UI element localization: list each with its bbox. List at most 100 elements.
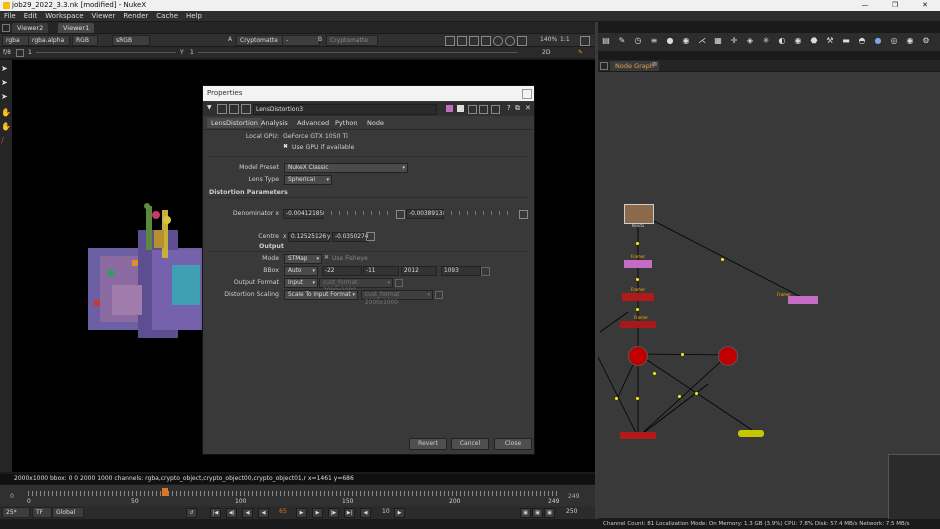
tab-advanced[interactable]: Advanced: [293, 118, 333, 128]
centre-y-field[interactable]: -0.0350274: [332, 232, 368, 242]
image-nodes-icon[interactable]: ▤: [601, 36, 611, 46]
proxy-icon[interactable]: [493, 36, 503, 46]
viewer-toggle-icon[interactable]: [229, 104, 239, 114]
node-writegeo[interactable]: [738, 430, 764, 437]
properties-titlebar[interactable]: Properties: [203, 86, 534, 101]
ratio-value[interactable]: 1:1: [560, 34, 570, 46]
edge-dot[interactable]: [636, 242, 639, 245]
merge-nodes-icon[interactable]: ▦: [713, 36, 723, 46]
cancel-button[interactable]: Cancel: [451, 438, 489, 450]
node-read[interactable]: [624, 204, 654, 224]
node-camera[interactable]: [718, 346, 738, 366]
denominator-y-slider[interactable]: [443, 211, 515, 215]
help-icon[interactable]: [241, 104, 251, 114]
colorspace-select[interactable]: RGB: [72, 35, 98, 46]
menu-viewer[interactable]: Viewer: [92, 12, 116, 20]
node-cameratracker[interactable]: [622, 293, 654, 301]
plugins-icon[interactable]: ◉: [905, 36, 915, 46]
overlay-icon[interactable]: [469, 36, 479, 46]
help-question-icon[interactable]: ?: [507, 104, 511, 112]
menu-workspace[interactable]: Workspace: [45, 12, 83, 20]
paint-icon[interactable]: ✎: [578, 47, 583, 58]
use-fisheye-checkbox[interactable]: ✖: [324, 254, 329, 261]
bbox-r-field[interactable]: 2012: [401, 266, 437, 276]
fullframe-icon[interactable]: [580, 36, 590, 46]
output-format-dropdown[interactable]: Input: [284, 278, 318, 288]
node-color2-icon[interactable]: [457, 105, 464, 112]
node-pointcloud[interactable]: [620, 321, 656, 328]
model-preset-dropdown[interactable]: NukeX Classic: [284, 163, 408, 173]
edge-dot[interactable]: [678, 395, 681, 398]
timeline-ruler[interactable]: [28, 491, 560, 496]
node-icon[interactable]: [217, 104, 227, 114]
edge-dot[interactable]: [721, 258, 724, 261]
pause-icon[interactable]: [517, 36, 527, 46]
step-forward-button[interactable]: ▶: [312, 508, 323, 518]
step-value[interactable]: 10: [382, 508, 390, 515]
fps-select[interactable]: 25*: [2, 507, 30, 518]
color-nodes-icon[interactable]: ●: [665, 36, 675, 46]
playhead-marker[interactable]: [162, 488, 168, 496]
prev-key-button[interactable]: ◀|: [226, 508, 237, 518]
gamma-slider[interactable]: [198, 52, 518, 53]
redo-icon[interactable]: [479, 105, 488, 114]
gain-toggle-icon[interactable]: [16, 49, 24, 57]
node-scene[interactable]: [628, 346, 648, 366]
output-format-edit-icon[interactable]: [395, 279, 403, 287]
node-name-field[interactable]: LensDistortion3: [253, 104, 437, 115]
select-faces-icon[interactable]: ➤: [1, 92, 11, 103]
eyedropper-icon[interactable]: /: [1, 136, 11, 147]
menu-render[interactable]: Render: [123, 12, 148, 20]
time-nodes-icon[interactable]: ◷: [633, 36, 643, 46]
next-key-button[interactable]: |▶: [328, 508, 339, 518]
tab-viewer1[interactable]: Viewer1: [58, 23, 95, 33]
tab-lensdistortion[interactable]: LensDistortion: [207, 118, 262, 128]
wipe-icon[interactable]: [457, 36, 467, 46]
bbox-t-field[interactable]: 1093: [441, 266, 481, 276]
node-lensdistortion1[interactable]: [624, 260, 652, 268]
timeformat-select[interactable]: TF: [32, 507, 52, 518]
composite-select[interactable]: -: [282, 35, 320, 46]
close-button[interactable]: Close: [494, 438, 532, 450]
view-mode[interactable]: 2D: [542, 47, 550, 58]
use-gpu-checkbox[interactable]: ✖: [283, 143, 288, 150]
pane-menu-icon[interactable]: [600, 62, 608, 70]
node-graph-minimap[interactable]: [888, 454, 940, 520]
first-frame-button[interactable]: |◀: [210, 508, 221, 518]
select-objects-icon[interactable]: ✋: [1, 108, 11, 119]
edge-dot[interactable]: [695, 392, 698, 395]
revert-icon[interactable]: [491, 105, 500, 114]
tab-viewer2[interactable]: Viewer2: [12, 23, 49, 33]
refresh-icon[interactable]: [505, 36, 515, 46]
output-format-custom-dropdown[interactable]: cust_format 2000x1000: [319, 278, 393, 294]
float-icon[interactable]: ⧉: [515, 104, 520, 113]
play-forward-button[interactable]: ▶: [296, 508, 307, 518]
current-frame-field[interactable]: 65: [276, 507, 290, 517]
bbox-anim-icon[interactable]: [481, 267, 490, 276]
menu-help[interactable]: Help: [186, 12, 202, 20]
distortion-scaling-format-dropdown[interactable]: cust_format 2000x1000: [361, 290, 433, 306]
distortion-scaling-dropdown[interactable]: Scale To Input Format: [284, 290, 358, 300]
play-backward-button[interactable]: ◀: [258, 508, 269, 518]
minimize-button[interactable]: —: [850, 0, 880, 11]
draw-nodes-icon[interactable]: ✎: [617, 36, 627, 46]
loop-icon[interactable]: ↺: [186, 508, 197, 518]
bbox-x-field[interactable]: -22: [322, 266, 362, 276]
step-back-button[interactable]: ◀: [242, 508, 253, 518]
lens-type-dropdown[interactable]: Spherical: [284, 175, 332, 185]
edge-dot[interactable]: [636, 278, 639, 281]
collapse-icon[interactable]: ▼: [207, 104, 212, 111]
render-icon[interactable]: ▣: [532, 508, 543, 518]
denominator-y-field[interactable]: -0.0038913: [406, 209, 444, 219]
channels-select[interactable]: rgba: [2, 35, 30, 46]
keyer-nodes-icon[interactable]: ⋌: [697, 36, 707, 46]
flipbook-icon[interactable]: ▣: [520, 508, 531, 518]
edge-dot[interactable]: [615, 397, 618, 400]
filter-nodes-icon[interactable]: ◉: [681, 36, 691, 46]
3d-nodes-icon[interactable]: ◈: [745, 36, 755, 46]
centre-x-field[interactable]: 0.12525126: [288, 232, 330, 242]
mode-dropdown[interactable]: STMap: [284, 254, 322, 264]
skip-back-button[interactable]: ◀: [360, 508, 371, 518]
denominator-y-anim-icon[interactable]: [519, 210, 528, 219]
skip-forward-button[interactable]: ▶: [394, 508, 405, 518]
